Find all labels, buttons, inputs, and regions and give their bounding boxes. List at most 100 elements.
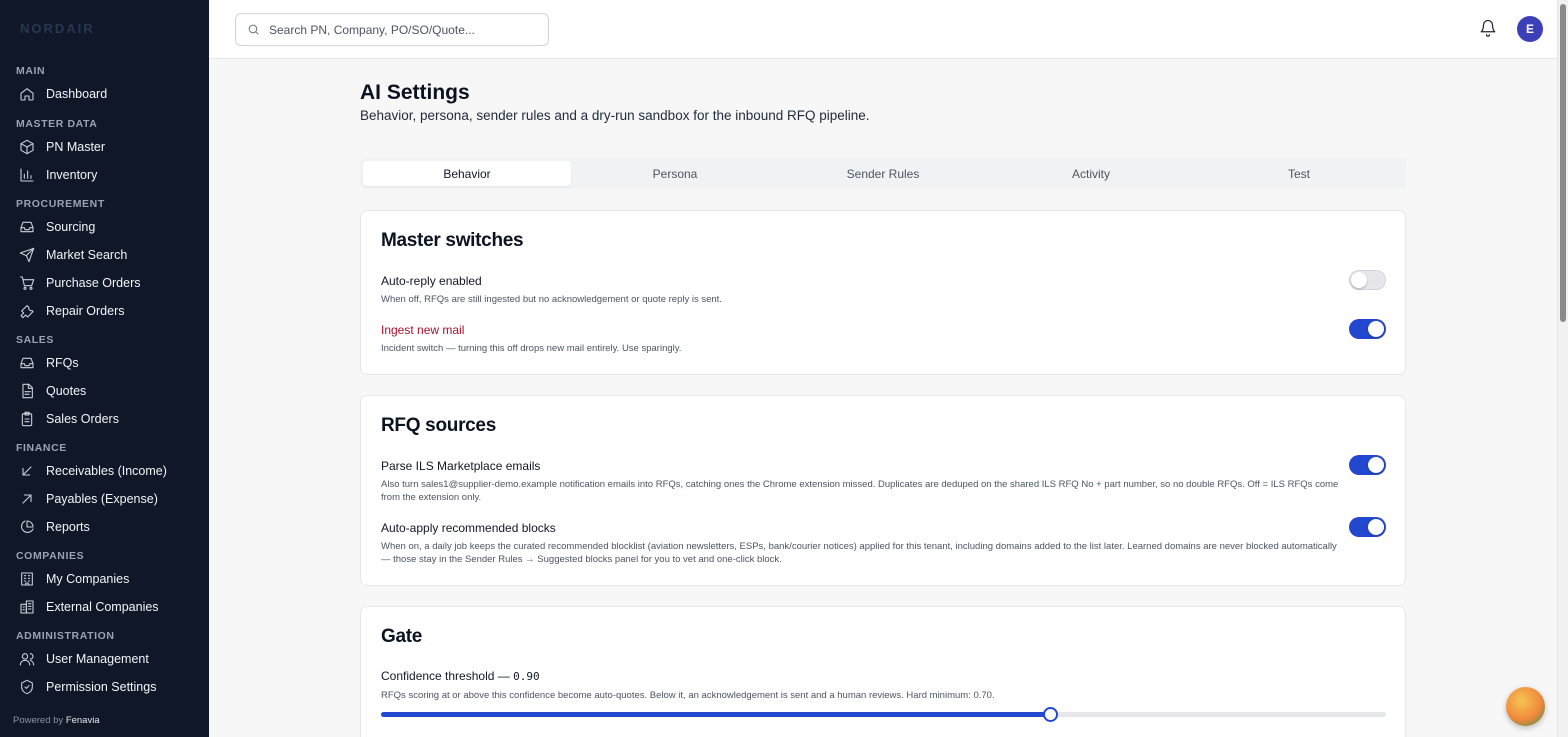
sidebar-item-label: User Management <box>46 652 149 666</box>
sidebar-item-label: Repair Orders <box>46 304 125 318</box>
sidebar-item-permission-settings[interactable]: Permission Settings <box>0 673 209 701</box>
gate-card: Gate Confidence threshold — 0.90 RFQs sc… <box>360 606 1406 737</box>
confidence-threshold-label: Confidence threshold — 0.90 <box>381 669 540 683</box>
sidebar-section-finance: FINANCE <box>16 442 67 454</box>
sidebar-item-quotes[interactable]: Quotes <box>0 377 209 405</box>
inbox-icon <box>20 221 34 233</box>
sidebar-item-payables[interactable]: Payables (Expense) <box>0 485 209 513</box>
auto-apply-blocks-title: Auto-apply recommended blocks <box>381 521 556 535</box>
ingest-mail-desc: Incident switch — turning this off drops… <box>381 343 682 354</box>
sidebar-item-dashboard[interactable]: Dashboard <box>0 80 209 108</box>
sidebar-item-market-search[interactable]: Market Search <box>0 241 209 269</box>
auto-apply-blocks-desc: When on, a daily job keeps the curated r… <box>381 541 1337 565</box>
threshold-label-text: Confidence threshold — <box>381 669 514 683</box>
sidebar-item-reports[interactable]: Reports <box>0 513 209 541</box>
sidebar-item-user-management[interactable]: User Management <box>0 645 209 673</box>
tab-sender-rules[interactable]: Sender Rules <box>779 161 987 186</box>
tab-activity[interactable]: Activity <box>987 161 1195 186</box>
slider-thumb[interactable] <box>1043 707 1058 722</box>
document-icon <box>22 383 33 399</box>
sidebar-item-inventory[interactable]: Inventory <box>0 161 209 189</box>
search-icon <box>248 24 259 35</box>
powered-by: Powered by Fenavia <box>13 715 100 726</box>
page-scrollbar[interactable] <box>1557 0 1568 737</box>
auto-reply-title: Auto-reply enabled <box>381 274 482 288</box>
tab-behavior[interactable]: Behavior <box>363 161 571 186</box>
sidebar-item-label: Quotes <box>46 384 87 398</box>
sidebar-item-label: Payables (Expense) <box>46 492 158 506</box>
confidence-slider[interactable] <box>381 707 1386 722</box>
search-input[interactable] <box>269 22 539 37</box>
sidebar-item-label: My Companies <box>46 572 130 586</box>
page-title: AI Settings <box>360 81 470 104</box>
pie-chart-icon <box>21 520 34 533</box>
scrollbar-thumb[interactable] <box>1560 4 1566 322</box>
auto-reply-desc: When off, RFQs are still ingested but no… <box>381 294 722 305</box>
confidence-threshold-desc: RFQs scoring at or above this confidence… <box>381 690 995 701</box>
parse-ils-desc: Also turn sales1@supplier-demo.example n… <box>381 479 1339 503</box>
toggle-knob <box>1368 519 1384 535</box>
sidebar-item-external-companies[interactable]: External Companies <box>0 593 209 621</box>
tab-persona[interactable]: Persona <box>571 161 779 186</box>
card-title: RFQ sources <box>381 415 496 436</box>
top-bar: E <box>209 0 1557 59</box>
sidebar-item-sales-orders[interactable]: Sales Orders <box>0 405 209 433</box>
parse-ils-toggle[interactable] <box>1349 455 1386 475</box>
sidebar-item-purchase-orders[interactable]: Purchase Orders <box>0 269 209 297</box>
auto-apply-blocks-toggle[interactable] <box>1349 517 1386 537</box>
master-switches-card: Master switches Auto-reply enabled When … <box>360 210 1406 375</box>
wrench-icon <box>20 305 34 319</box>
sidebar-item-repair-orders[interactable]: Repair Orders <box>0 297 209 325</box>
sidebar-item-label: Sales Orders <box>46 412 119 426</box>
home-icon <box>20 88 34 101</box>
sidebar-item-my-companies[interactable]: My Companies <box>0 565 209 593</box>
avatar[interactable]: E <box>1517 16 1543 42</box>
slider-fill <box>381 712 1051 717</box>
sidebar-item-label: RFQs <box>46 356 79 370</box>
shield-check-icon <box>21 679 33 695</box>
sidebar: NORDAIR MAIN Dashboard MASTER DATA PN Ma… <box>0 0 209 737</box>
sidebar-item-label: Market Search <box>46 248 128 262</box>
sidebar-item-label: PN Master <box>46 140 106 154</box>
powered-by-prefix: Powered by <box>13 715 64 726</box>
sidebar-item-label: Inventory <box>46 168 98 182</box>
sidebar-section-companies: COMPANIES <box>16 550 85 562</box>
box-icon <box>20 139 34 155</box>
toggle-knob <box>1351 272 1367 288</box>
tab-test[interactable]: Test <box>1195 161 1403 186</box>
auto-reply-toggle[interactable] <box>1349 270 1386 290</box>
sidebar-item-label: Sourcing <box>46 220 96 234</box>
sidebar-item-label: External Companies <box>46 600 159 614</box>
ingest-mail-title: Ingest new mail <box>381 323 465 337</box>
arrow-up-right-icon <box>22 494 32 504</box>
card-title: Master switches <box>381 230 524 251</box>
sidebar-item-label: Receivables (Income) <box>46 464 167 478</box>
sidebar-item-rfqs[interactable]: RFQs <box>0 349 209 377</box>
clipboard-icon <box>21 411 33 427</box>
sidebar-section-master-data: MASTER DATA <box>16 118 98 130</box>
rfq-sources-card: RFQ sources Parse ILS Marketplace emails… <box>360 395 1406 586</box>
powered-by-brand[interactable]: Fenavia <box>66 715 100 726</box>
sidebar-item-receivables[interactable]: Receivables (Income) <box>0 457 209 485</box>
cart-icon <box>19 276 35 290</box>
sidebar-section-administration: ADMINISTRATION <box>16 630 115 642</box>
bar-chart-icon <box>20 168 34 182</box>
sidebar-section-sales: SALES <box>16 334 55 346</box>
sidebar-item-pn-master[interactable]: PN Master <box>0 133 209 161</box>
sidebar-item-label: Dashboard <box>46 87 108 101</box>
global-search[interactable] <box>235 13 549 46</box>
ingest-mail-toggle[interactable] <box>1349 319 1386 339</box>
sidebar-item-label: Permission Settings <box>46 680 157 694</box>
sidebar-item-label: Purchase Orders <box>46 276 141 290</box>
assistant-launcher-button[interactable] <box>1506 687 1545 726</box>
toggle-knob <box>1368 321 1384 337</box>
building-icon <box>21 572 33 586</box>
page-subtitle: Behavior, persona, sender rules and a dr… <box>360 108 870 123</box>
toggle-knob <box>1368 457 1384 473</box>
notifications-button[interactable] <box>1479 19 1497 37</box>
sidebar-item-sourcing[interactable]: Sourcing <box>0 213 209 241</box>
users-icon <box>19 653 35 666</box>
card-title: Gate <box>381 626 423 647</box>
app-logo[interactable]: NORDAIR <box>20 21 95 36</box>
sidebar-item-label: Reports <box>46 520 90 534</box>
